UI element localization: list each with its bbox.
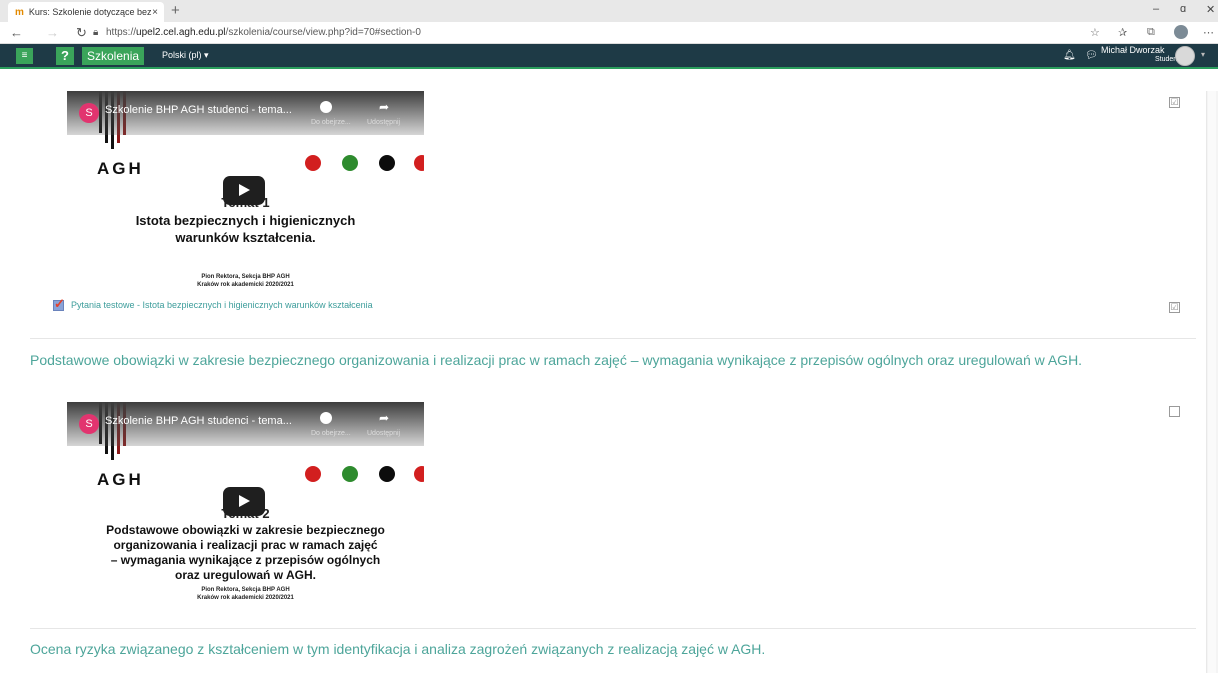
- completion-checkbox[interactable]: ☑: [1169, 302, 1180, 313]
- window-maximize-button[interactable]: ɑ: [1180, 3, 1186, 15]
- browser-tab-bar: m Kurs: Szkolenie dotyczące bezpie × + –…: [0, 0, 1218, 22]
- chevron-down-icon: ▾: [204, 50, 209, 60]
- user-avatar[interactable]: [1175, 46, 1195, 66]
- course-content: AGH Temat 1 Istota bezpiecznych i higien…: [0, 91, 1218, 673]
- url-path: /szkolenia/course/view.php?id=70#section…: [225, 27, 421, 38]
- red-dot: [414, 466, 424, 482]
- window-minimize-button[interactable]: –: [1153, 3, 1159, 15]
- menu-toggle-icon[interactable]: ≡: [16, 48, 33, 64]
- play-button-icon[interactable]: [223, 176, 265, 205]
- quiz-icon: ✓: [53, 296, 65, 311]
- completion-checkbox[interactable]: ☑: [1169, 97, 1180, 108]
- youtube-title-bar: S Szkolenie BHP AGH studenci - tema... D…: [67, 402, 424, 446]
- slide-title-line: oraz uregulowań w AGH.: [175, 568, 316, 582]
- section-divider: [30, 628, 1196, 629]
- watch-later-icon[interactable]: [320, 101, 332, 113]
- url-prefix: https://: [106, 27, 137, 38]
- video-embed-2[interactable]: AGH Temat 2 Podstawowe obowiązki w zakre…: [67, 402, 424, 603]
- slide-title-line: Istota bezpiecznych i higienicznych: [135, 213, 356, 228]
- browser-address-bar: ← → ↻ 🔒︎ https://upel2.cel.agh.edu.pl/sz…: [0, 22, 1218, 44]
- favorite-star-icon[interactable]: ☆: [1090, 26, 1100, 39]
- site-brand-link[interactable]: Szkolenia: [82, 47, 145, 65]
- help-icon[interactable]: ?: [56, 47, 74, 65]
- section-title[interactable]: Ocena ryzyka związanego z kształceniem w…: [30, 641, 1190, 658]
- slide-footer-line: Pion Rektora, Sekcja BHP AGH: [201, 274, 290, 280]
- share-label: Udostępnij: [367, 119, 401, 126]
- forward-arrow-icon[interactable]: →: [46, 25, 59, 40]
- play-button-icon[interactable]: [223, 487, 265, 516]
- video-title[interactable]: Szkolenie BHP AGH studenci - tema...: [105, 104, 292, 116]
- black-dot: [379, 466, 395, 482]
- tab-close-icon[interactable]: ×: [152, 7, 158, 18]
- channel-avatar[interactable]: S: [79, 103, 99, 123]
- messages-icon[interactable]: 💬︎: [1085, 50, 1098, 61]
- watch-later-icon[interactable]: [320, 412, 332, 424]
- url-host: upel2.cel.agh.edu.pl: [136, 27, 226, 38]
- slide-title-line: organizowania i realizacji prac w ramach…: [113, 538, 378, 552]
- lock-icon: 🔒︎: [93, 27, 99, 38]
- page-scrollbar[interactable]: [1206, 91, 1218, 673]
- window-close-button[interactable]: ✕: [1206, 3, 1215, 16]
- browser-tab[interactable]: m Kurs: Szkolenie dotyczące bezpie ×: [8, 2, 164, 22]
- share-label: Udostępnij: [367, 430, 401, 437]
- slide-title-line: warunków kształcenia.: [175, 230, 316, 245]
- video-title[interactable]: Szkolenie BHP AGH studenci - tema...: [105, 415, 292, 427]
- slide-title: Podstawowe obowiązki w zakresie bezpiecz…: [67, 523, 424, 583]
- slide-title-line: Podstawowe obowiązki w zakresie bezpiecz…: [106, 523, 385, 537]
- user-name[interactable]: Michał Dworzak: [1101, 45, 1165, 55]
- black-dot: [379, 155, 395, 171]
- language-label: Polski (pl): [162, 50, 202, 60]
- tab-title: Kurs: Szkolenie dotyczące bezpie: [28, 7, 153, 17]
- video-embed-1[interactable]: AGH Temat 1 Istota bezpiecznych i higien…: [67, 91, 424, 291]
- section-title[interactable]: Podstawowe obowiązki w zakresie bezpiecz…: [30, 352, 1190, 369]
- share-icon[interactable]: ➦: [379, 100, 389, 114]
- collections-icon[interactable]: ⧉: [1147, 26, 1155, 39]
- slide-footer-line: Pion Rektora, Sekcja BHP AGH: [201, 587, 290, 593]
- favorites-list-icon[interactable]: ✰: [1118, 26, 1127, 39]
- red-dot: [305, 466, 321, 482]
- watch-later-label: Do obejrze...: [311, 119, 351, 126]
- moodle-favicon-icon: m: [15, 6, 24, 18]
- url-field[interactable]: https://upel2.cel.agh.edu.pl/szkolenia/c…: [106, 27, 421, 38]
- quiz-link[interactable]: Pytania testowe - Istota bezpiecznych i …: [71, 300, 373, 310]
- red-dot: [305, 155, 321, 171]
- section-divider: [30, 338, 1196, 339]
- new-tab-button[interactable]: +: [171, 2, 180, 19]
- channel-avatar[interactable]: S: [79, 414, 99, 434]
- share-icon[interactable]: ➦: [379, 411, 389, 425]
- notification-bell-icon[interactable]: 🔔︎: [1063, 50, 1076, 61]
- more-menu-icon[interactable]: ⋯: [1203, 26, 1214, 39]
- quiz-activity[interactable]: ✓ Pytania testowe - Istota bezpiecznych …: [52, 296, 373, 312]
- slide-footer: Pion Rektora, Sekcja BHP AGH Kraków rok …: [67, 586, 424, 602]
- agh-logo-text: AGH: [97, 470, 144, 489]
- completion-checkbox[interactable]: [1169, 406, 1180, 417]
- red-dot: [414, 155, 424, 171]
- agh-logo-text: AGH: [97, 159, 144, 178]
- green-dot: [342, 155, 358, 171]
- slide-footer-line: Kraków rok akademicki 2020/2021: [197, 282, 294, 288]
- slide-title: Istota bezpiecznych i higienicznych waru…: [67, 212, 424, 246]
- slide-footer: Pion Rektora, Sekcja BHP AGH Kraków rok …: [67, 273, 424, 289]
- language-menu[interactable]: Polski (pl) ▾: [162, 50, 209, 61]
- watch-later-label: Do obejrze...: [311, 430, 351, 437]
- browser-profile-icon[interactable]: [1174, 25, 1188, 39]
- green-dot: [342, 466, 358, 482]
- back-arrow-icon[interactable]: ←: [10, 25, 23, 40]
- slide-title-line: – wymagania wynikające z przepisów ogóln…: [110, 553, 381, 567]
- refresh-icon[interactable]: ↻: [76, 25, 87, 41]
- scrollbar-thumb[interactable]: [1208, 91, 1216, 673]
- moodle-navbar: ≡ ? Szkolenia Polski (pl) ▾ 🔔︎ 💬︎ Michał…: [0, 44, 1218, 69]
- youtube-title-bar: S Szkolenie BHP AGH studenci - tema... D…: [67, 91, 424, 135]
- user-menu-chevron-icon[interactable]: ▾: [1201, 50, 1205, 59]
- slide-footer-line: Kraków rok akademicki 2020/2021: [197, 595, 294, 601]
